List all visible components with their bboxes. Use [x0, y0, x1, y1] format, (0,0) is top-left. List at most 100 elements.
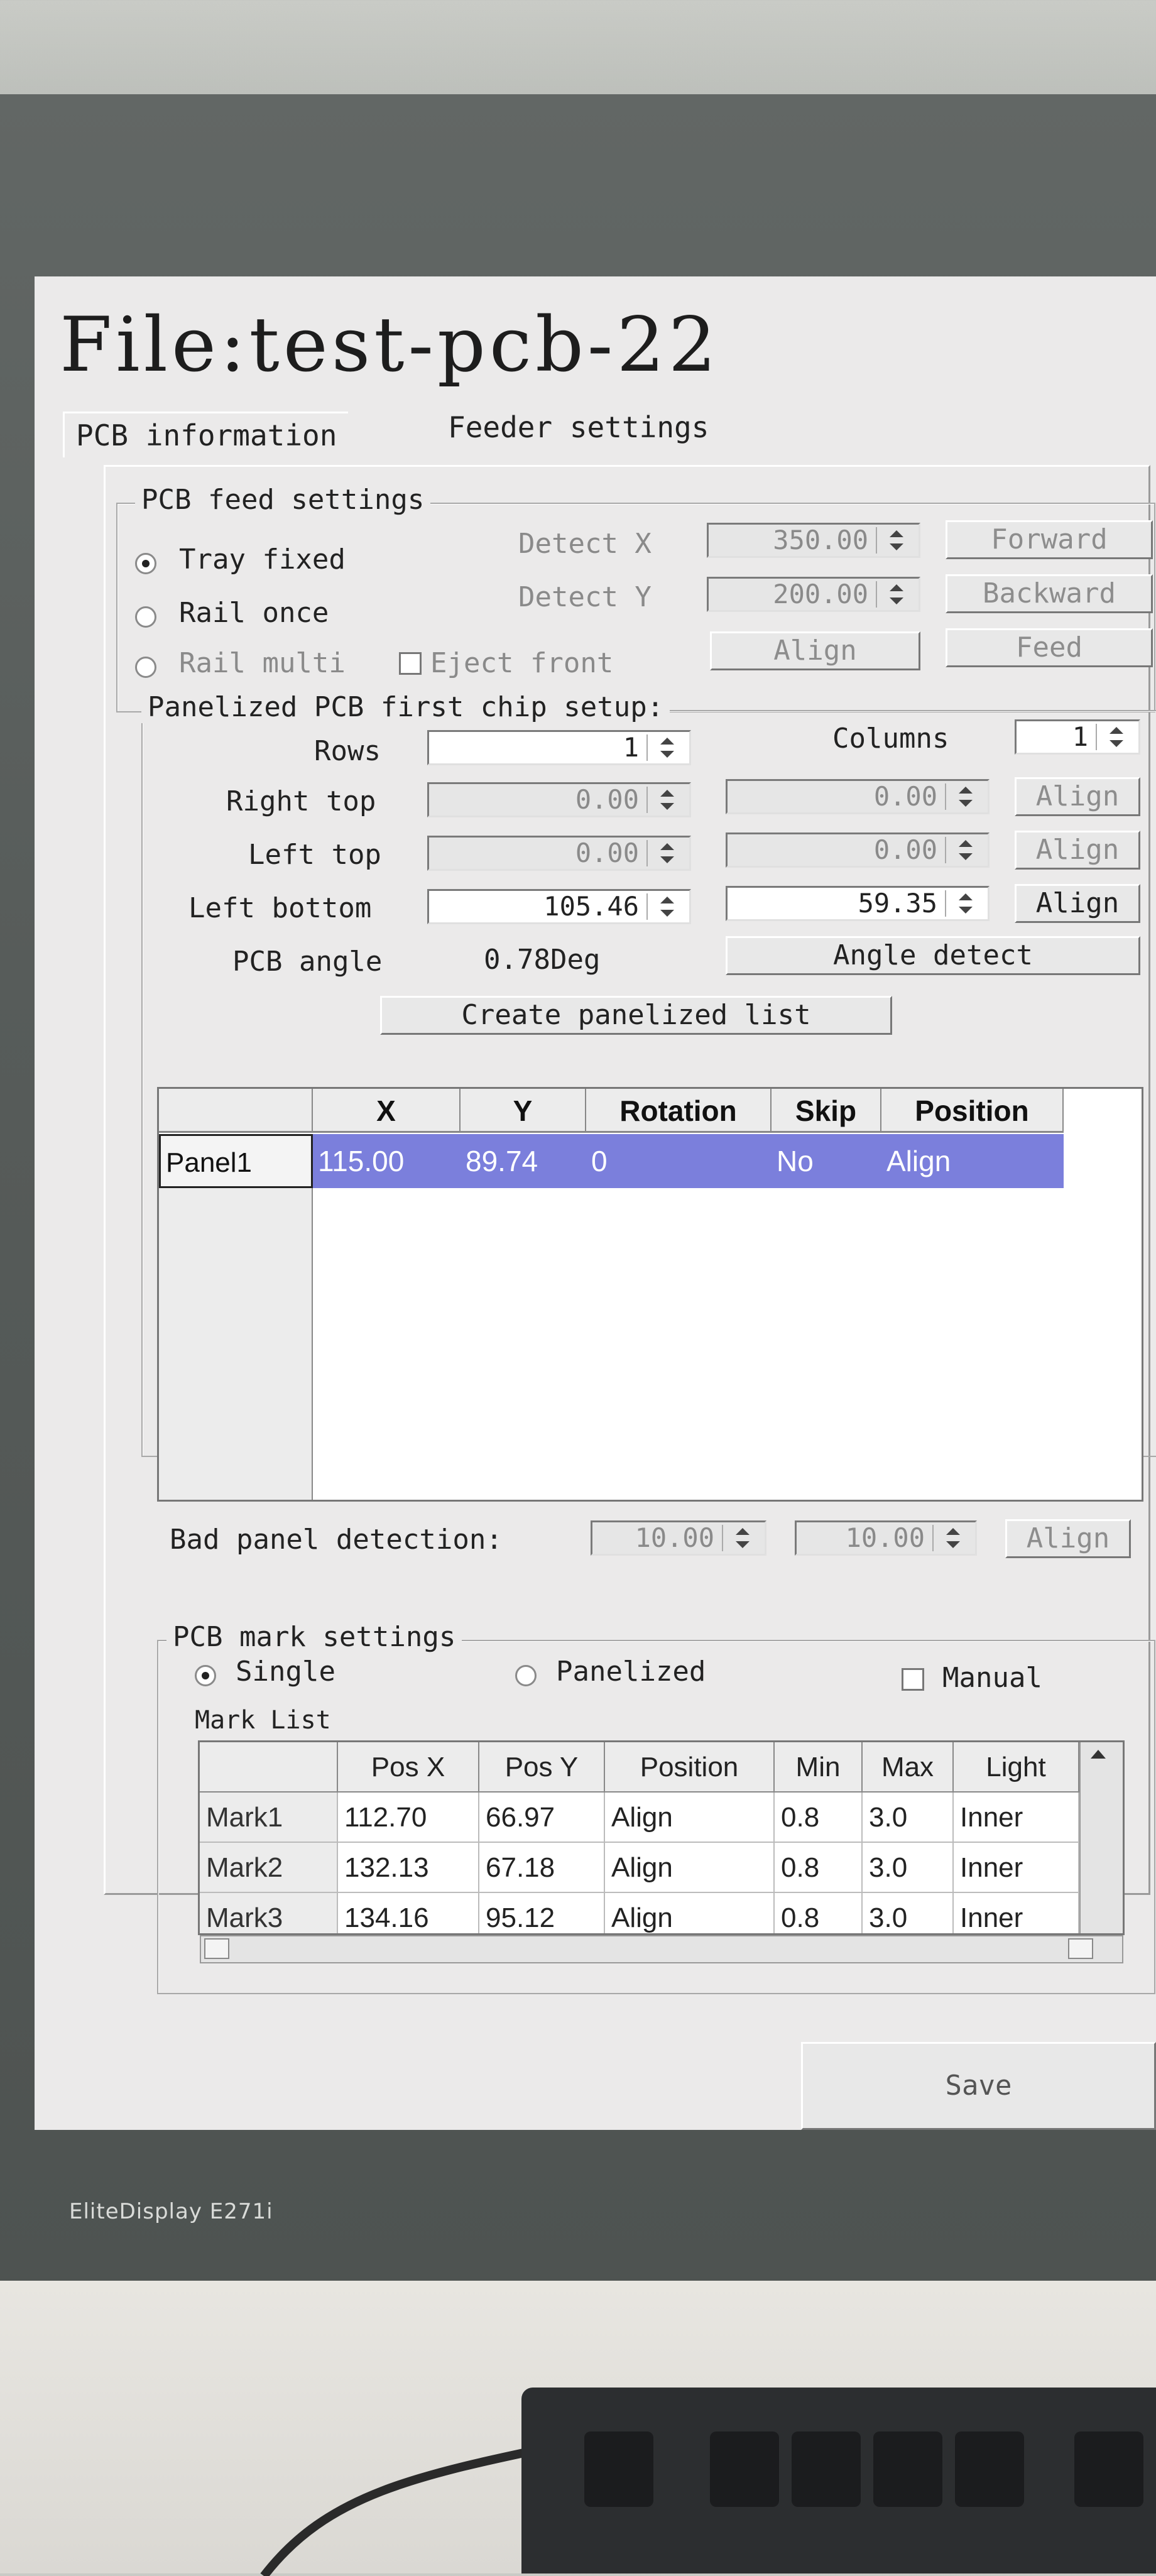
feed-button[interactable]: Feed: [946, 628, 1153, 667]
table-header-y[interactable]: Y: [461, 1089, 586, 1133]
mark-table-vertical-scrollbar[interactable]: [1079, 1742, 1123, 1933]
eject-front-checkbox[interactable]: [399, 652, 422, 675]
table-header-x[interactable]: X: [313, 1089, 461, 1133]
spin-arrows-icon[interactable]: [876, 581, 916, 608]
table-cell-x[interactable]: 115.00: [313, 1134, 461, 1188]
mark-cell-pos-x[interactable]: 134.16: [338, 1893, 479, 1933]
detect-x-field[interactable]: 350.00: [707, 523, 920, 558]
mark-cell-pos-y[interactable]: 66.97: [479, 1793, 605, 1843]
left-bottom-align-button[interactable]: Align: [1015, 884, 1140, 923]
mark-cell-pos-y[interactable]: 95.12: [479, 1893, 605, 1933]
detect-y-field[interactable]: 200.00: [707, 577, 920, 612]
left-bottom-y-field[interactable]: 59.35: [726, 886, 990, 921]
radio-tray-fixed[interactable]: [135, 553, 156, 574]
mark-cell-pos-x[interactable]: 112.70: [338, 1793, 479, 1843]
mark-cell-position[interactable]: Align: [605, 1843, 775, 1893]
mark-cell-min[interactable]: 0.8: [775, 1893, 863, 1933]
mark-cell-position[interactable]: Align: [605, 1893, 775, 1933]
mark-header-max[interactable]: Max: [863, 1742, 954, 1793]
spin-arrows-icon[interactable]: [945, 783, 985, 810]
keyboard: [521, 2388, 1156, 2573]
spin-arrows-icon[interactable]: [945, 837, 985, 863]
mark-header-min[interactable]: Min: [775, 1742, 863, 1793]
mark-cell-max[interactable]: 3.0: [863, 1843, 954, 1893]
mark-header-position[interactable]: Position: [605, 1742, 775, 1793]
mark-header-light[interactable]: Light: [954, 1742, 1079, 1793]
manual-label: Manual: [942, 1662, 1042, 1694]
mark-cell-min[interactable]: 0.8: [775, 1793, 863, 1843]
bad-panel-x-field[interactable]: 10.00: [591, 1520, 766, 1556]
tab-feeder-settings[interactable]: Feeder settings: [437, 405, 720, 449]
radio-rail-once[interactable]: [135, 606, 156, 628]
mark-header-pos-x[interactable]: Pos X: [338, 1742, 479, 1793]
mark-cell-max[interactable]: 3.0: [863, 1893, 954, 1933]
forward-button[interactable]: Forward: [946, 520, 1153, 559]
left-top-y-field[interactable]: 0.00: [726, 832, 990, 868]
keyboard-key: [873, 2431, 942, 2507]
table-header-position[interactable]: Position: [881, 1089, 1064, 1133]
mark-row-header[interactable]: Mark3: [200, 1893, 338, 1933]
radio-rail-multi[interactable]: [135, 657, 156, 678]
bad-panel-y-field[interactable]: 10.00: [795, 1520, 977, 1556]
spin-arrows-icon[interactable]: [646, 893, 687, 920]
panel-table[interactable]: X Y Rotation Skip Position Panel1 115.00…: [157, 1087, 1143, 1502]
right-top-align-button[interactable]: Align: [1015, 777, 1140, 816]
left-top-x-field[interactable]: 0.00: [427, 836, 691, 871]
rows-value: 1: [623, 732, 639, 763]
rows-field[interactable]: 1: [427, 730, 691, 765]
radio-panelized[interactable]: [515, 1665, 537, 1686]
mark-cell-light[interactable]: Inner: [954, 1893, 1079, 1933]
spin-arrows-icon[interactable]: [932, 1525, 973, 1551]
right-top-x-field[interactable]: 0.00: [427, 782, 691, 817]
spin-arrows-icon[interactable]: [646, 734, 687, 761]
mark-table[interactable]: Pos X Pos Y Position Min Max Light Mark1…: [198, 1740, 1125, 1935]
angle-detect-button[interactable]: Angle detect: [726, 936, 1140, 975]
mark-header-pos-y[interactable]: Pos Y: [479, 1742, 605, 1793]
scroll-right-icon[interactable]: [1068, 1938, 1093, 1959]
mark-row-header[interactable]: Mark1: [200, 1793, 338, 1843]
table-row-header-panel1[interactable]: Panel1: [159, 1134, 313, 1188]
mark-cell-max[interactable]: 3.0: [863, 1793, 954, 1843]
mark-cell-position[interactable]: Align: [605, 1793, 775, 1843]
create-panelized-list-button[interactable]: Create panelized list: [380, 996, 892, 1035]
bad-panel-x-value: 10.00: [635, 1522, 714, 1553]
table-cell-rotation[interactable]: 0: [586, 1134, 772, 1188]
panelized-title: Panelized PCB first chip setup:: [141, 691, 670, 723]
spin-arrows-icon[interactable]: [1096, 724, 1136, 750]
detect-y-label: Detect Y: [518, 581, 652, 613]
backward-button[interactable]: Backward: [946, 574, 1153, 613]
spin-arrows-icon[interactable]: [945, 890, 985, 917]
save-button[interactable]: Save: [801, 2042, 1156, 2130]
scroll-up-icon[interactable]: [1091, 1750, 1106, 1759]
spin-arrows-icon[interactable]: [646, 787, 687, 813]
table-header-skip[interactable]: Skip: [772, 1089, 881, 1133]
mark-cell-light[interactable]: Inner: [954, 1843, 1079, 1893]
mark-cell-light[interactable]: Inner: [954, 1793, 1079, 1843]
mark-table-horizontal-scrollbar[interactable]: [200, 1935, 1123, 1963]
tab-pcb-information[interactable]: PCB information: [63, 412, 349, 457]
mark-row-header[interactable]: Mark2: [200, 1843, 338, 1893]
columns-field[interactable]: 1: [1015, 719, 1140, 755]
spin-arrows-icon[interactable]: [646, 840, 687, 866]
left-bottom-x-field[interactable]: 105.46: [427, 889, 691, 924]
left-top-align-button[interactable]: Align: [1015, 831, 1140, 870]
feed-align-button[interactable]: Align: [710, 631, 920, 670]
mark-cell-pos-y[interactable]: 67.18: [479, 1843, 605, 1893]
table-cell-skip[interactable]: No: [772, 1134, 881, 1188]
left-bottom-x-value: 105.46: [543, 891, 639, 922]
spin-arrows-icon[interactable]: [876, 527, 916, 554]
table-header-rotation[interactable]: Rotation: [586, 1089, 772, 1133]
radio-single[interactable]: [195, 1665, 216, 1686]
right-top-y-field[interactable]: 0.00: [726, 779, 990, 814]
table-cell-position[interactable]: Align: [881, 1134, 1064, 1188]
left-top-label: Left top: [248, 839, 381, 871]
mark-cell-min[interactable]: 0.8: [775, 1843, 863, 1893]
mark-settings-title: PCB mark settings: [166, 1621, 462, 1653]
table-cell-y[interactable]: 89.74: [461, 1134, 586, 1188]
spin-arrows-icon[interactable]: [722, 1525, 762, 1551]
manual-checkbox[interactable]: [902, 1668, 924, 1691]
monitor-brand: EliteDisplay E271i: [69, 2199, 273, 2224]
mark-cell-pos-x[interactable]: 132.13: [338, 1843, 479, 1893]
scroll-left-icon[interactable]: [204, 1938, 229, 1959]
bad-panel-align-button[interactable]: Align: [1005, 1519, 1131, 1558]
